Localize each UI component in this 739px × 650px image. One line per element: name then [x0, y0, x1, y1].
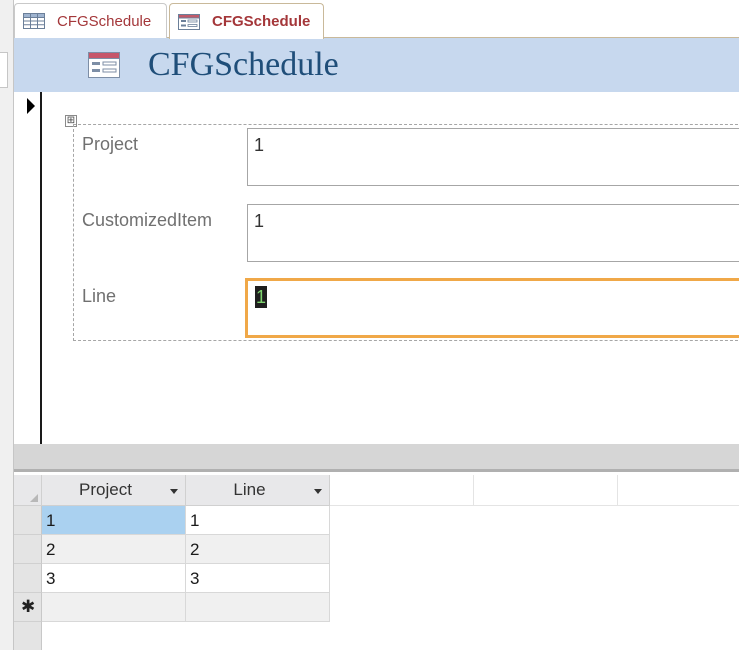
record-selector[interactable] — [14, 92, 42, 444]
tab-label: CFGSchedule — [57, 12, 152, 30]
customizeditem-value: 1 — [254, 211, 265, 231]
row-selector[interactable] — [14, 564, 42, 593]
tab-cfgschedule-table[interactable]: CFGSchedule — [14, 3, 167, 38]
line-cell[interactable] — [186, 593, 330, 622]
new-record-row[interactable]: ✱ — [14, 593, 330, 622]
select-all-corner[interactable] — [14, 475, 42, 506]
form-detail: ⊞ Project 1 CustomizedItem 1 Line 1 — [44, 92, 739, 444]
empty-header — [474, 475, 618, 506]
project-field[interactable]: 1 — [247, 128, 739, 186]
split-form-splitter[interactable] — [14, 444, 739, 472]
line-cell[interactable]: 1 — [186, 506, 330, 535]
line-label: Line — [82, 286, 117, 306]
empty-header — [618, 475, 739, 506]
row-selector[interactable]: ✱ — [14, 593, 42, 622]
form-header: CFGSchedule — [14, 38, 739, 92]
page-title: CFGSchedule — [148, 46, 339, 83]
project-value: 1 — [254, 135, 265, 155]
table-row[interactable]: 1 1 — [14, 506, 330, 535]
dropdown-arrow-icon[interactable] — [314, 489, 322, 494]
project-label: Project — [82, 134, 139, 154]
project-cell[interactable] — [42, 593, 186, 622]
empty-header — [330, 475, 474, 506]
table-row[interactable]: 3 3 — [14, 564, 330, 593]
project-cell[interactable]: 3 — [42, 564, 186, 593]
form-icon — [88, 52, 120, 78]
document-tab-bar: CFGSchedule CFGSchedule — [14, 0, 739, 39]
row-selector[interactable] — [14, 506, 42, 535]
access-window: CFGSchedule CFGSchedule CFGSchedule ⊞ Pr… — [0, 0, 739, 650]
customizeditem-field[interactable]: 1 — [247, 204, 739, 262]
project-cell[interactable]: 1 — [42, 506, 186, 535]
column-header-label: Line — [233, 480, 266, 499]
current-record-arrow-icon — [27, 98, 35, 114]
line-field[interactable]: 1 — [245, 278, 739, 338]
column-header-label: Project — [79, 480, 132, 499]
line-cell[interactable]: 3 — [186, 564, 330, 593]
corner-triangle-icon — [30, 494, 38, 502]
customizeditem-label: CustomizedItem — [82, 210, 213, 230]
line-cell[interactable]: 2 — [186, 535, 330, 564]
table-row[interactable]: 2 2 — [14, 535, 330, 564]
form-icon — [178, 13, 200, 30]
column-header-project[interactable]: Project — [42, 475, 186, 506]
nav-pane-notch — [0, 52, 8, 88]
tab-cfgschedule-form[interactable]: CFGSchedule — [169, 3, 324, 39]
row-selector[interactable] — [14, 535, 42, 564]
column-header-line[interactable]: Line — [186, 475, 330, 506]
table-icon — [23, 13, 45, 29]
new-record-icon: ✱ — [21, 597, 36, 616]
row-selector-strip — [14, 622, 42, 650]
tab-label: CFGSchedule — [212, 13, 311, 30]
datasheet: Project Line 1 1 2 2 3 3 ✱ — [14, 475, 739, 650]
navigation-pane-edge[interactable] — [0, 0, 14, 650]
dropdown-arrow-icon[interactable] — [170, 489, 178, 494]
line-value: 1 — [255, 286, 268, 308]
project-cell[interactable]: 2 — [42, 535, 186, 564]
